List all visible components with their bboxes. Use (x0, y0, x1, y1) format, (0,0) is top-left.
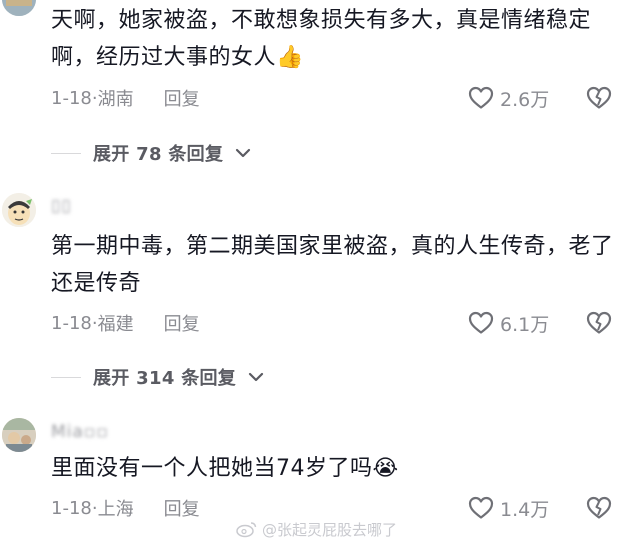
weibo-logo-icon (236, 522, 257, 538)
like-count: 1.4万 (500, 498, 550, 521)
comment-meta: 1-18 · 上海 回复 (51, 494, 200, 522)
like-button[interactable]: 2.6万 (468, 84, 549, 112)
chevron-down-icon (249, 372, 264, 382)
reply-button[interactable]: 回复 (164, 310, 200, 336)
comment-location: 上海 (97, 499, 134, 520)
avatar[interactable] (2, 418, 36, 452)
comment-location: 湖南 (97, 89, 134, 110)
expand-replies-label: 展开 78 条回复 (93, 144, 224, 165)
like-button[interactable]: 1.4万 (468, 494, 549, 522)
expand-replies-button[interactable]: 展开 314 条回复 (51, 364, 264, 390)
watermark: @张起灵屁股去哪了 (236, 518, 397, 540)
comment-date: 1-18 (51, 312, 92, 334)
comment-text: 天啊，她家被盗，不敢想象损失有多大，真是情绪稳定啊，经历过大事的女人👍 (51, 8, 592, 70)
dislike-button[interactable] (584, 84, 614, 112)
comment-username[interactable]: ▯▯ (51, 196, 72, 216)
heart-icon (468, 496, 494, 519)
expand-replies-button[interactable]: 展开 78 条回复 (51, 140, 251, 166)
divider-line (51, 376, 81, 378)
chevron-down-icon (236, 148, 251, 158)
comment-username[interactable]: Mia▫▫ (51, 422, 109, 442)
comment-date: 1-18 (51, 87, 92, 109)
broken-heart-icon (586, 496, 612, 519)
expand-replies-label: 展开 314 条回复 (93, 368, 237, 389)
comment-text: 里面没有一个人把她当74岁了吗😭 (51, 456, 399, 481)
comment-text: 第一期中毒，第二期美国家里被盗，真的人生传奇，老了还是传奇 (51, 234, 614, 296)
broken-heart-icon (586, 311, 612, 334)
heart-icon (468, 311, 494, 334)
broken-heart-icon (586, 86, 612, 109)
dislike-button[interactable] (584, 309, 614, 337)
avatar[interactable] (2, 193, 36, 227)
dislike-button[interactable] (584, 494, 614, 522)
like-count: 2.6万 (500, 88, 550, 111)
comment-location: 福建 (97, 314, 134, 335)
reply-button[interactable]: 回复 (164, 85, 200, 111)
watermark-text: @张起灵屁股去哪了 (262, 520, 398, 539)
comment-meta: 1-18 · 福建 回复 (51, 309, 200, 337)
like-button[interactable]: 6.1万 (468, 309, 549, 337)
like-count: 6.1万 (500, 313, 550, 336)
divider-line (51, 152, 81, 154)
reply-button[interactable]: 回复 (164, 495, 200, 521)
avatar[interactable] (2, 0, 36, 16)
comment-meta: 1-18 · 湖南 回复 (51, 84, 200, 112)
comment-date: 1-18 (51, 497, 92, 519)
heart-icon (468, 86, 494, 109)
